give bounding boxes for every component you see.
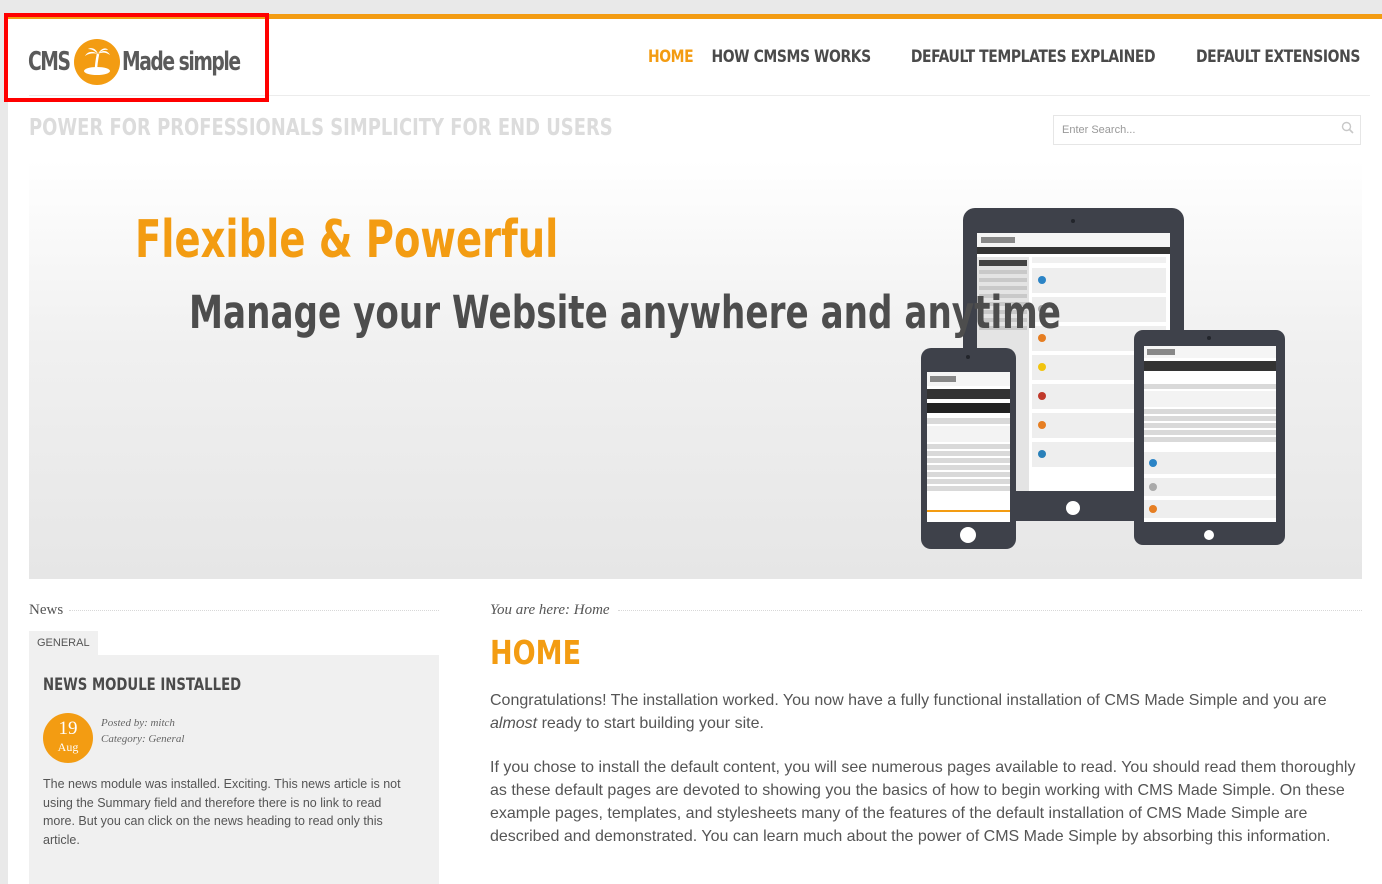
hero-banner: Flexible & Powerful Manage your Website … [29, 160, 1362, 579]
intro-text-b: ready to start building your site. [537, 715, 764, 732]
search-box [1053, 115, 1361, 145]
date-month: Aug [57, 740, 79, 754]
news-heading: News [29, 601, 64, 618]
date-day: 19 [58, 718, 78, 739]
intro-text-a: Congratulations! The installation worked… [490, 692, 1327, 709]
article-category: Category: General [101, 733, 185, 745]
intro-emphasis: almost [490, 715, 538, 732]
nav-item-default-templates-explained[interactable]: DEFAULT TEMPLATES EXPLAINED [911, 47, 1156, 67]
main-content: You are here: Home HOME Congratulations!… [490, 599, 1362, 845]
dotted-divider [617, 609, 1362, 611]
breadcrumb: You are here: Home [490, 599, 1362, 621]
news-article: NEWS MODULE INSTALLED 19 Aug Posted by: … [29, 655, 439, 884]
news-article-body: The news module was installed. Exciting.… [43, 777, 401, 848]
banner-subheadline: Manage your Website anywhere and anytime [189, 286, 1062, 339]
breadcrumb-text: You are here: Home [490, 601, 610, 618]
page: CMS Made simple HOME HOW CMSMS WORKS DEF… [8, 14, 1382, 884]
site-tagline: POWER FOR PROFESSIONALS SIMPLICITY FOR E… [29, 115, 613, 141]
article-meta: Posted by: mitch Category: General [101, 715, 184, 747]
posted-by: Posted by: mitch [101, 717, 175, 729]
nav-item-default-extensions[interactable]: DEFAULT EXTENSIONS [1196, 47, 1360, 67]
nav-item-how-cmsms-works[interactable]: HOW CMSMS WORKS [711, 47, 871, 67]
content-paragraph: If you chose to install the default cont… [490, 759, 1356, 845]
tab-general[interactable]: GENERAL [29, 631, 98, 655]
news-sidebar: News GENERAL NEWS MODULE INSTALLED 19 Au… [29, 599, 439, 884]
search-input[interactable] [1060, 123, 1341, 137]
dotted-divider [69, 609, 439, 611]
nav-item-home[interactable]: HOME [648, 47, 694, 67]
intro-paragraph: Congratulations! The installation worked… [490, 689, 1360, 735]
news-article-title[interactable]: NEWS MODULE INSTALLED [43, 675, 241, 695]
banner-headline: Flexible & Powerful [135, 210, 559, 270]
search-icon[interactable] [1341, 121, 1354, 139]
logo-highlight-box [4, 13, 269, 102]
page-title: HOME [490, 633, 582, 672]
news-header: News [29, 599, 439, 621]
main-nav: HOME HOW CMSMS WORKS DEFAULT TEMPLATES E… [648, 47, 1364, 67]
date-badge: 19 Aug [43, 713, 93, 763]
